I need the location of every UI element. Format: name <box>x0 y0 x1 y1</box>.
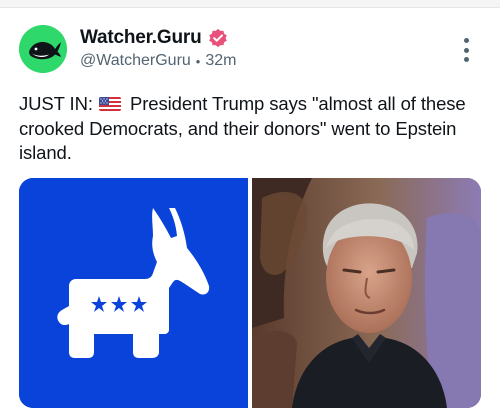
more-dot-icon <box>463 47 469 53</box>
account-name[interactable]: Watcher.Guru <box>80 27 202 49</box>
more-dot-icon <box>463 57 469 62</box>
man-portrait-photo <box>252 178 481 408</box>
separator-dot: • <box>195 53 201 69</box>
more-options-button[interactable] <box>458 38 474 62</box>
top-divider <box>0 0 500 8</box>
more-dot-icon <box>463 38 469 43</box>
media-grid[interactable] <box>19 178 481 408</box>
tweet-text: JUST IN: President Trump says "almost al… <box>19 92 489 166</box>
media-image-right[interactable] <box>252 178 481 408</box>
media-image-left[interactable] <box>19 178 248 408</box>
whale-logo-icon <box>19 25 67 73</box>
avatar[interactable] <box>19 25 67 73</box>
account-handle[interactable]: @WatcherGuru <box>80 52 191 70</box>
us-flag-icon <box>98 97 121 111</box>
timestamp[interactable]: 32m <box>205 52 236 70</box>
tweet-prefix: JUST IN: <box>19 93 93 114</box>
democratic-donkey-logo-icon <box>19 178 248 408</box>
verified-badge-icon <box>209 28 228 48</box>
